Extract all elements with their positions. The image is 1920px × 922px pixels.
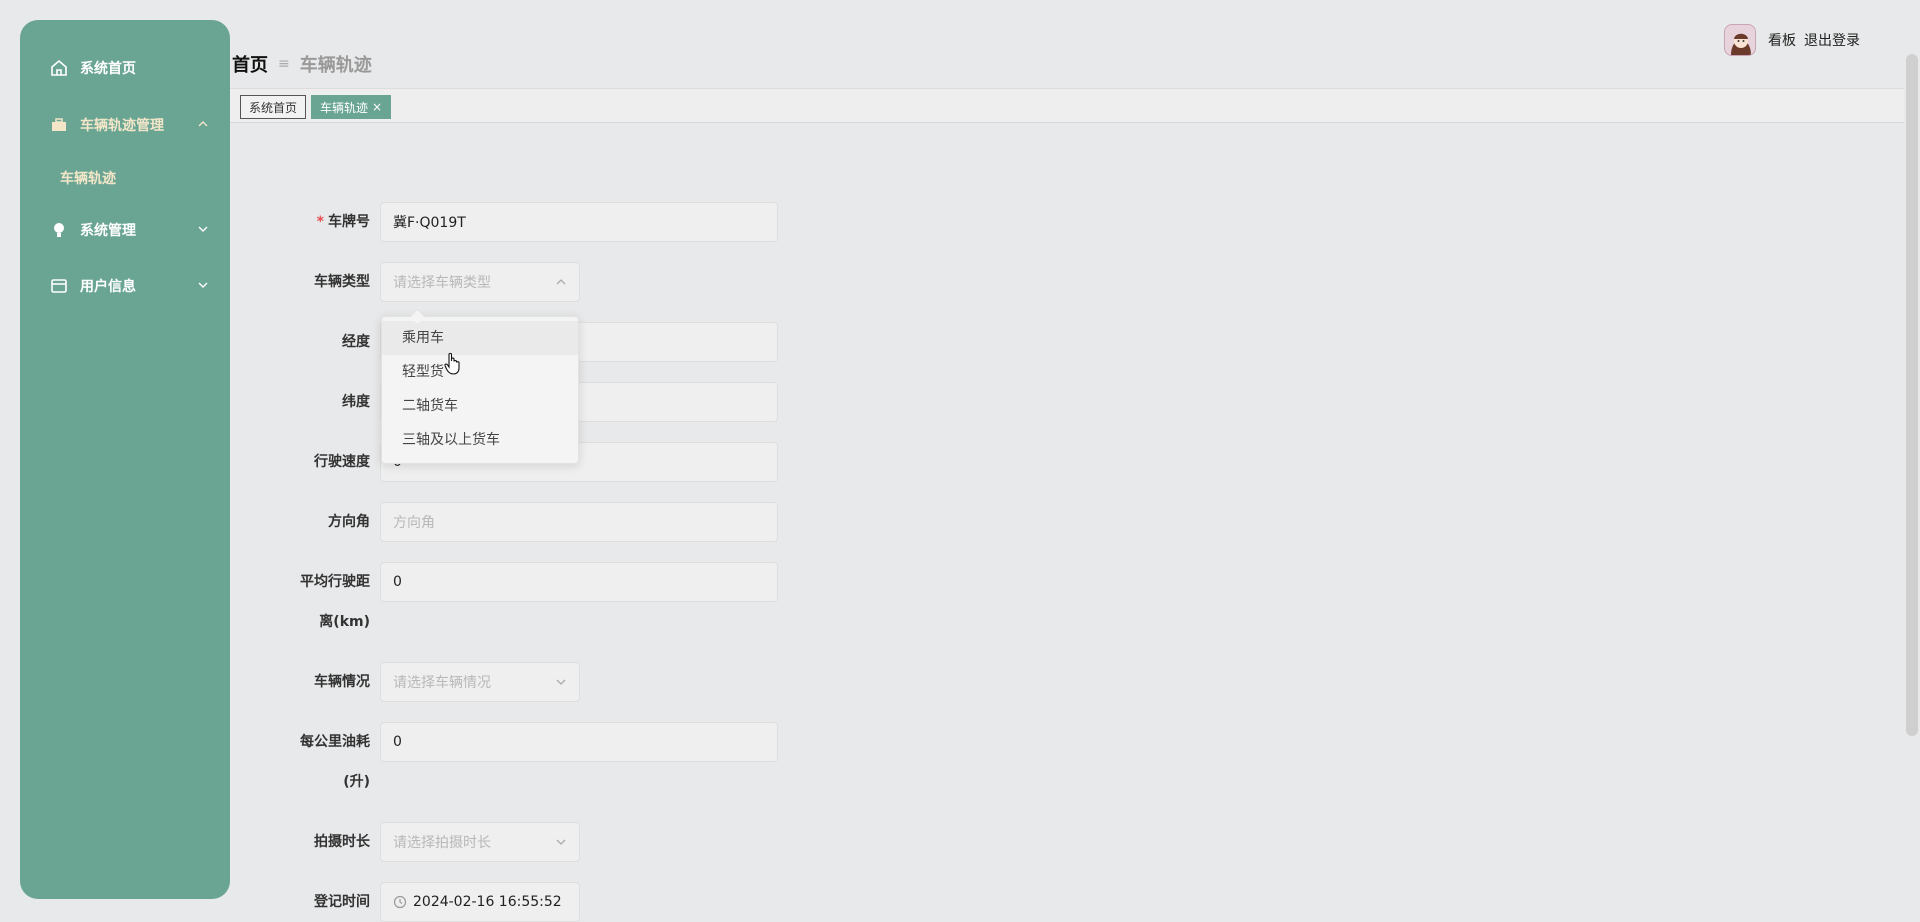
tab-label: 系统首页 <box>249 100 298 115</box>
fuel-label: 每公里油耗 (升) <box>230 722 370 802</box>
sidebar-item-vehicle-track-mgmt[interactable]: 车辆轨迹管理 <box>20 105 230 145</box>
heading-input[interactable]: 方向角 <box>380 502 778 542</box>
card-icon <box>50 277 68 295</box>
longitude-label: 经度 <box>342 334 370 350</box>
tabs-bar: 系统首页 车辆轨迹 × <box>230 88 1904 123</box>
type-placeholder: 请选择车辆类型 <box>393 275 491 291</box>
home-icon <box>50 59 68 77</box>
type-label: 车辆类型 <box>314 274 370 290</box>
chevron-up-icon <box>198 121 208 127</box>
fuel-input[interactable]: 0 <box>380 722 778 762</box>
required-mark: * <box>316 214 324 230</box>
heading-placeholder: 方向角 <box>393 515 435 531</box>
sidebar-item-system-mgmt[interactable]: 系统管理 <box>20 210 230 250</box>
avg-distance-value: 0 <box>393 574 402 590</box>
fuel-label-line2: (升) <box>343 774 370 790</box>
avg-distance-input[interactable]: 0 <box>380 562 778 602</box>
latitude-label: 纬度 <box>342 394 370 410</box>
register-time-input[interactable]: 2024-02-16 16:55:52 <box>380 882 580 922</box>
bulb-icon <box>50 221 68 239</box>
breadcrumb-home[interactable]: 首页 <box>232 51 268 77</box>
dropdown-option[interactable]: 二轴货车 <box>382 389 578 423</box>
plate-input[interactable]: 冀F·Q019T <box>380 202 778 242</box>
briefcase-icon <box>50 116 68 134</box>
fuel-label-line1: 每公里油耗 <box>300 734 370 750</box>
heading-label: 方向角 <box>328 514 370 530</box>
avg-distance-label: 平均行驶距 离(km) <box>230 562 370 642</box>
speed-label: 行驶速度 <box>314 454 370 470</box>
avg-distance-label-line1: 平均行驶距 <box>300 574 370 590</box>
sidebar-item-label: 车辆轨迹管理 <box>80 118 164 134</box>
fuel-value: 0 <box>393 734 402 750</box>
sidebar-item-label: 系统首页 <box>80 61 136 77</box>
breadcrumb-current: 车辆轨迹 <box>299 55 372 76</box>
breadcrumb-separator: ≡ <box>278 56 290 72</box>
logout-link[interactable]: 退出登录 <box>1804 30 1860 50</box>
dropdown-option[interactable]: 乘用车 <box>382 321 578 355</box>
chevron-down-icon <box>556 679 566 685</box>
condition-placeholder: 请选择车辆情况 <box>393 675 491 691</box>
shoot-duration-select[interactable]: 请选择拍摄时长 <box>380 822 580 862</box>
tab-vehicle-track[interactable]: 车辆轨迹 × <box>311 95 392 119</box>
chevron-down-icon <box>198 282 208 288</box>
user-area: 看板 退出登录 <box>1724 24 1860 56</box>
shoot-placeholder: 请选择拍摄时长 <box>393 835 491 851</box>
tab-label: 车辆轨迹 <box>320 100 369 115</box>
chevron-down-icon <box>556 839 566 845</box>
dropdown-option[interactable]: 轻型货 <box>382 355 578 389</box>
page-scrollbar[interactable] <box>1906 54 1918 736</box>
plate-value: 冀F·Q019T <box>393 215 466 231</box>
sidebar: 系统首页 车辆轨迹管理 车辆轨迹 系统管理 用户信息 <box>20 20 230 899</box>
sidebar-item-label: 系统管理 <box>80 223 136 239</box>
vehicle-type-select[interactable]: 请选择车辆类型 <box>380 262 580 302</box>
vehicle-condition-select[interactable]: 请选择车辆情况 <box>380 662 580 702</box>
shoot-duration-label: 拍摄时长 <box>314 834 370 850</box>
breadcrumb: 首页 ≡ 车辆轨迹 <box>232 52 372 76</box>
hand-cursor-icon <box>444 352 460 375</box>
register-time-value: 2024-02-16 16:55:52 <box>413 894 562 910</box>
vehicle-type-dropdown: 乘用车 轻型货 二轴货车 三轴及以上货车 <box>381 316 579 464</box>
chevron-down-icon <box>198 226 208 232</box>
clock-icon <box>393 895 407 909</box>
sidebar-item-label: 用户信息 <box>80 279 136 295</box>
chevron-up-icon <box>556 279 566 285</box>
close-icon[interactable]: × <box>372 100 382 114</box>
dashboard-link[interactable]: 看板 <box>1768 30 1796 50</box>
register-time-label: 登记时间 <box>314 894 370 910</box>
tab-home[interactable]: 系统首页 <box>240 95 307 119</box>
condition-label: 车辆情况 <box>314 674 370 690</box>
dropdown-option[interactable]: 三轴及以上货车 <box>382 423 578 457</box>
sidebar-item-user-info[interactable]: 用户信息 <box>20 266 230 306</box>
sidebar-item-home[interactable]: 系统首页 <box>20 48 230 88</box>
avatar[interactable] <box>1724 24 1756 56</box>
plate-label: * 车牌号 <box>230 202 370 242</box>
sidebar-subitem-vehicle-track[interactable]: 车辆轨迹 <box>60 158 116 198</box>
avg-distance-label-line2: 离(km) <box>319 614 370 630</box>
plate-label-text: 车牌号 <box>328 214 370 230</box>
